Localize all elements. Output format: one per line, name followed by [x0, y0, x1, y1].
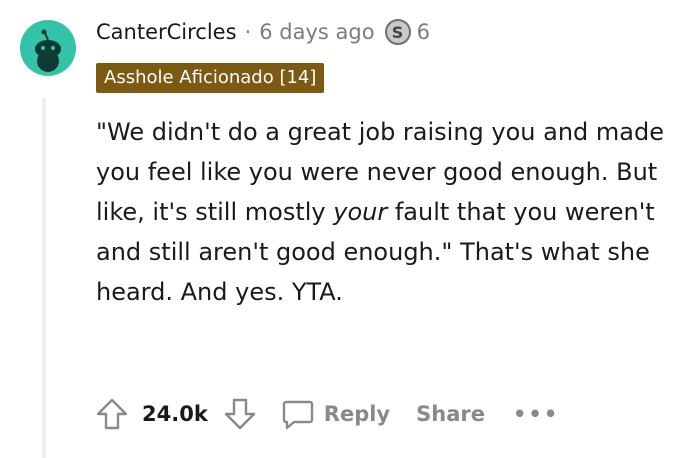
- award-count: 6: [416, 20, 430, 44]
- speech-bubble-icon: [282, 400, 313, 430]
- comment-body-emphasis: your: [333, 198, 388, 226]
- thread-line[interactable]: [42, 98, 46, 458]
- comment-actions: 24.0k Reply Share •••: [94, 392, 559, 436]
- comment-body: "We didn't do a great job raising you an…: [96, 112, 676, 312]
- award-badge[interactable]: S 6: [384, 19, 430, 45]
- username[interactable]: CanterCircles: [96, 20, 237, 44]
- separator-dot: ·: [244, 20, 252, 44]
- reply-label: Reply: [323, 402, 391, 426]
- downvote-arrow-icon: [224, 398, 255, 430]
- vote-score: 24.0k: [142, 402, 208, 426]
- comment-header: CanterCircles · 6 days ago S 6: [96, 16, 430, 48]
- timestamp[interactable]: 6 days ago: [259, 20, 374, 44]
- more-options-button[interactable]: •••: [513, 402, 559, 426]
- snoo-avatar-icon: [35, 29, 61, 72]
- share-button[interactable]: Share: [416, 402, 485, 426]
- avatar[interactable]: [20, 20, 76, 76]
- upvote-arrow-icon: [96, 398, 128, 430]
- downvote-button[interactable]: [222, 396, 258, 432]
- reply-button[interactable]: Reply: [280, 396, 390, 432]
- silver-award-icon: S: [384, 19, 411, 45]
- user-flair: Asshole Aficionado [14]: [96, 63, 325, 93]
- upvote-button[interactable]: [94, 396, 130, 432]
